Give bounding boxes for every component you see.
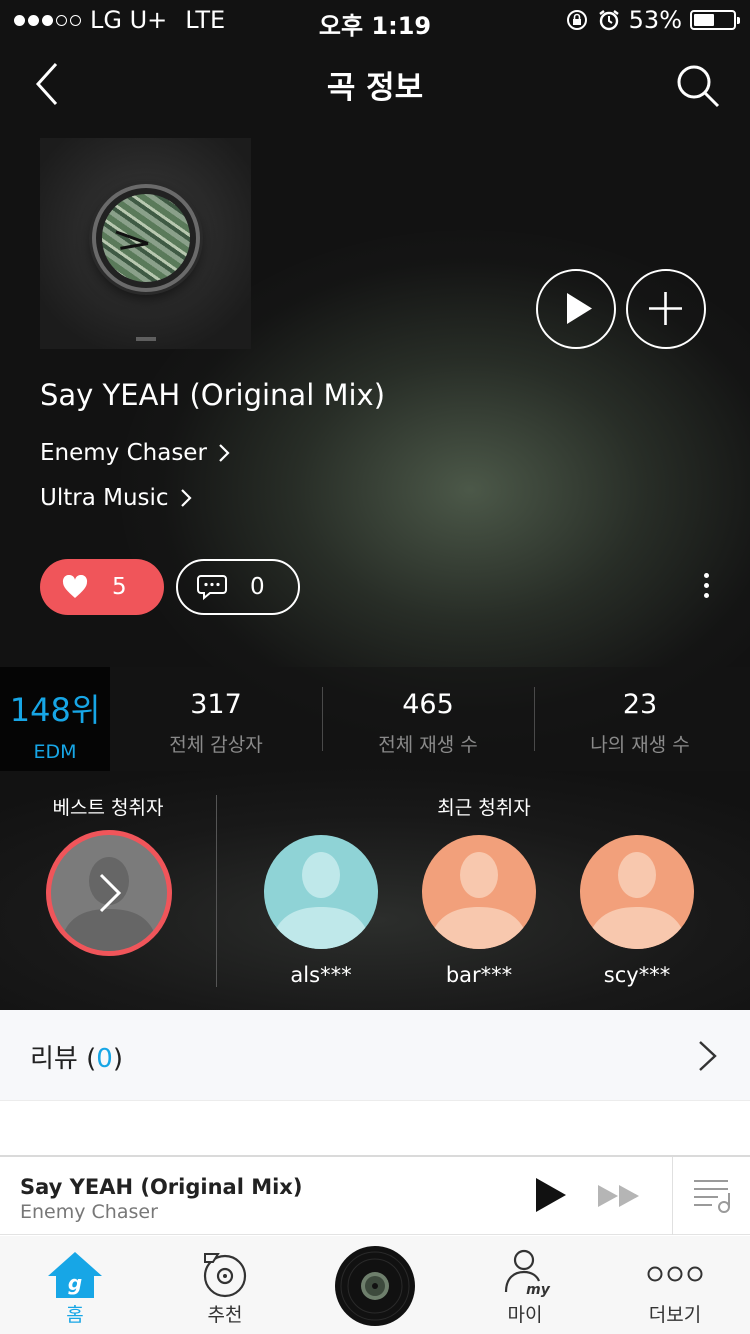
- chevron-right-icon: [99, 873, 122, 913]
- recent-listener-avatar[interactable]: [422, 835, 536, 949]
- tab-label: 더보기: [648, 1304, 702, 1326]
- next-track-button[interactable]: [596, 1181, 644, 1211]
- now-playing-disc-icon: [335, 1246, 415, 1326]
- heart-icon: [62, 575, 88, 598]
- more-icon: [647, 1266, 703, 1282]
- mini-play-button[interactable]: [530, 1175, 570, 1215]
- recent-listener-name: als***: [290, 963, 352, 987]
- best-listener-heading: 베스트 청취자: [52, 797, 164, 819]
- rank-number: 148위: [9, 691, 101, 729]
- recent-listener-name: bar***: [445, 963, 513, 987]
- label-link[interactable]: Ultra Music: [40, 485, 193, 511]
- song-title: Say YEAH (Original Mix): [40, 378, 386, 412]
- battery-percent: 53%: [628, 6, 682, 34]
- play-icon: [536, 1178, 566, 1212]
- recent-listeners-heading: 최근 청취자: [437, 797, 531, 819]
- app-root: LG U+ LTE 오후 1:19 53% 곡 정보 Say YEAH (Ori…: [0, 0, 750, 1334]
- album-art: [40, 138, 251, 349]
- artist-name: Enemy Chaser: [40, 440, 207, 466]
- divider: [672, 1157, 673, 1235]
- like-button[interactable]: 5: [40, 559, 164, 615]
- recent-listener-avatar[interactable]: [264, 835, 378, 949]
- review-open-paren: (: [86, 1044, 97, 1074]
- tab-more[interactable]: 더보기: [600, 1236, 750, 1334]
- total-plays-stat: 465 전체 재생 수: [322, 667, 534, 771]
- add-to-playlist-button[interactable]: [626, 269, 706, 349]
- recommend-icon: [203, 1253, 247, 1298]
- chart-rank[interactable]: 148위 EDM: [0, 667, 110, 771]
- review-row[interactable]: 리뷰 (0): [0, 1010, 750, 1100]
- stat-label: 전체 감상자: [169, 734, 263, 756]
- plus-icon: [649, 292, 682, 325]
- playlist-button[interactable]: [690, 1175, 734, 1215]
- person-silhouette-icon: [586, 852, 688, 949]
- search-button[interactable]: [672, 60, 724, 112]
- tab-label: 마이: [507, 1304, 543, 1326]
- tab-home[interactable]: g 홈: [0, 1236, 150, 1334]
- chevron-right-icon: [219, 444, 230, 462]
- divider: [216, 795, 217, 987]
- comment-button[interactable]: 0: [176, 559, 300, 615]
- playlist-icon: [694, 1180, 730, 1213]
- chevron-right-icon: [180, 489, 192, 507]
- chevron-right-icon: [699, 1041, 717, 1071]
- stat-label: 나의 재생 수: [590, 734, 690, 756]
- comment-count: 0: [250, 574, 265, 600]
- person-silhouette-icon: [270, 852, 372, 949]
- battery-icon: [690, 10, 740, 30]
- review-title: 리뷰: [30, 1044, 78, 1074]
- mini-player-artist: Enemy Chaser: [20, 1201, 158, 1223]
- mini-player[interactable]: Say YEAH (Original Mix) Enemy Chaser: [0, 1155, 750, 1235]
- person-silhouette-icon: [428, 852, 530, 949]
- stat-value: 23: [622, 689, 658, 720]
- stat-label: 전체 재생 수: [378, 734, 478, 756]
- status-right: 53%: [565, 6, 740, 34]
- tab-bar: g 홈 추천 my 마이 더보기: [0, 1236, 750, 1334]
- search-icon: [677, 65, 720, 108]
- status-bar: LG U+ LTE 오후 1:19 53%: [0, 0, 750, 40]
- svg-text:g: g: [68, 1271, 82, 1295]
- svg-text:my: my: [526, 1282, 551, 1298]
- more-options-button[interactable]: [694, 568, 718, 608]
- my-plays-stat: 23 나의 재생 수: [534, 667, 746, 771]
- stats-row: 148위 EDM 317 전체 감상자 465 전체 재생 수 23 나의 재생…: [0, 667, 750, 771]
- review-close-paren: ): [112, 1044, 123, 1074]
- rotation-lock-icon: [566, 10, 587, 30]
- battery-level: [694, 14, 715, 26]
- tab-my[interactable]: my 마이: [450, 1236, 600, 1334]
- song-info-header: LG U+ LTE 오후 1:19 53% 곡 정보 Say YEAH (Ori…: [0, 0, 750, 1010]
- recent-listener-name: scy***: [603, 963, 671, 987]
- tab-now-playing[interactable]: [300, 1236, 450, 1334]
- total-listeners-stat: 317 전체 감상자: [110, 667, 322, 771]
- alarm-icon: [598, 10, 619, 31]
- like-count: 5: [112, 574, 127, 600]
- stat-value: 317: [190, 689, 242, 720]
- tab-label: 추천: [207, 1304, 243, 1326]
- stat-value: 465: [402, 689, 454, 720]
- page-title: 곡 정보: [326, 70, 424, 106]
- best-listener-avatar[interactable]: [46, 830, 172, 956]
- album-clock-image: [92, 184, 200, 292]
- review-count: 0: [96, 1044, 113, 1074]
- fast-forward-icon: [598, 1185, 639, 1207]
- rank-genre: EDM: [33, 741, 77, 763]
- content-spacer: [0, 1100, 750, 1156]
- play-button[interactable]: [536, 269, 616, 349]
- my-icon: my: [504, 1249, 551, 1298]
- review-label: 리뷰 (0): [30, 1038, 123, 1075]
- nav-bar: 곡 정보: [0, 48, 750, 118]
- label-name: Ultra Music: [40, 485, 169, 511]
- artist-link[interactable]: Enemy Chaser: [40, 440, 231, 466]
- speech-bubble-icon: [197, 575, 227, 601]
- recent-listener-avatar[interactable]: [580, 835, 694, 949]
- mini-player-title: Say YEAH (Original Mix): [20, 1175, 303, 1199]
- tab-recommend[interactable]: 추천: [150, 1236, 300, 1334]
- tab-label: 홈: [66, 1304, 84, 1326]
- home-icon: g: [48, 1252, 102, 1298]
- play-icon: [567, 293, 592, 324]
